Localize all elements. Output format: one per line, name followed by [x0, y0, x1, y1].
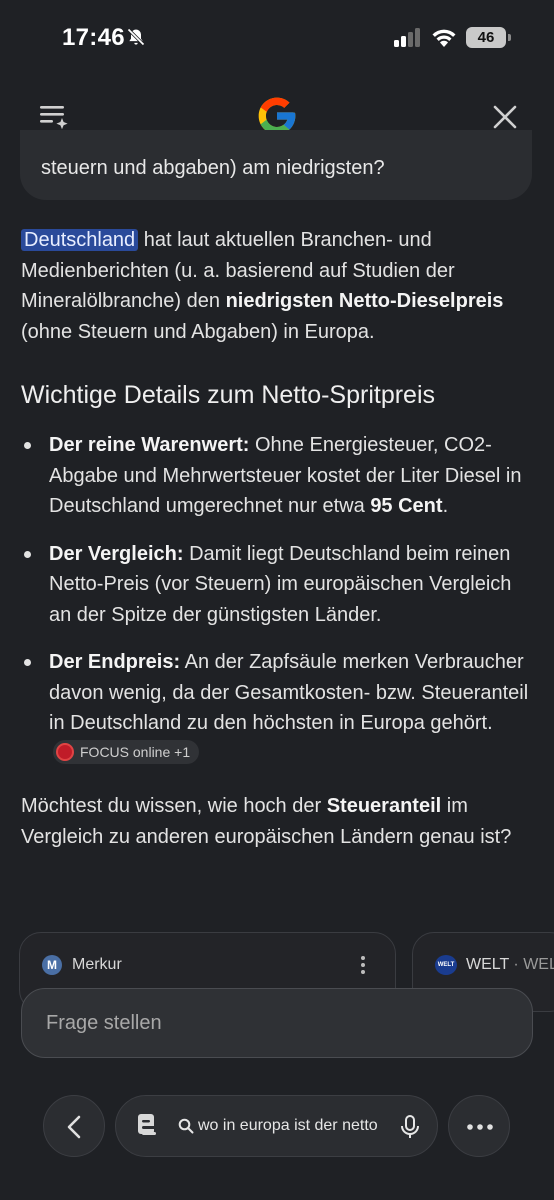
source-chip-label: FOCUS online +1 — [80, 743, 191, 760]
battery-indicator: 46 — [466, 27, 511, 48]
wifi-icon — [432, 29, 456, 47]
search-icon — [178, 1118, 194, 1134]
previous-query-bubble: steuern und abgaben) am niedrigsten? — [20, 130, 532, 200]
answer-bold: niedrigsten Netto-Dieselpreis — [225, 290, 504, 312]
followup-question: Möchtest du wissen, wie hoch der Steuera… — [21, 791, 531, 852]
source-chip[interactable]: FOCUS online +1 — [53, 740, 200, 765]
list-item: Der Vergleich: Damit liegt Deutschland b… — [21, 539, 531, 631]
bullet-label: Der Endpreis: — [49, 651, 181, 673]
source-card-name: WELT · WEL — [466, 955, 554, 975]
bell-off-icon — [127, 28, 145, 46]
more-vert-icon[interactable] — [360, 955, 366, 975]
detail-list: Der reine Warenwert: Ohne Energiesteuer,… — [21, 430, 531, 786]
mic-icon[interactable] — [399, 1114, 421, 1140]
previous-query-text: steuern und abgaben) am niedrigsten? — [41, 157, 385, 179]
source-card-name-text: WELT — [466, 956, 509, 973]
bullet-bold: 95 Cent — [370, 495, 443, 517]
more-button[interactable] — [448, 1095, 510, 1157]
answer-paragraph: Deutschland hat laut aktuellen Branchen-… — [21, 225, 533, 347]
bullet-end: . — [442, 495, 449, 517]
list-item: Der reine Warenwert: Ohne Energiesteuer,… — [21, 430, 531, 522]
answer-highlight: Deutschland — [21, 229, 139, 251]
search-query-text: wo in europa ist der netto — [198, 1117, 378, 1134]
history-menu-icon[interactable] — [38, 102, 70, 132]
separator-dot: · — [513, 956, 519, 973]
merkur-logo-icon: M — [42, 955, 62, 975]
bullet-label: Der Vergleich: — [49, 542, 184, 565]
status-bar: 17:46 46 — [0, 0, 554, 76]
chevron-left-icon — [67, 1115, 81, 1139]
status-time: 17:46 — [62, 24, 125, 51]
more-horiz-icon — [467, 1124, 493, 1130]
section-heading: Wichtige Details zum Netto-Spritpreis — [21, 381, 436, 409]
source-card-name: Merkur — [72, 956, 122, 973]
followup-text: Möchtest du wissen, wie hoch der — [21, 795, 327, 817]
bullet-label: Der reine Warenwert: — [49, 434, 250, 456]
ask-input[interactable] — [46, 989, 506, 1057]
answer-text-end: (ohne Steuern und Abgaben) in Europa. — [21, 320, 375, 343]
followup-bold: Steueranteil — [326, 795, 442, 817]
welt-logo-icon: WELT — [435, 955, 457, 975]
cellular-signal-icon — [394, 28, 420, 47]
close-icon[interactable] — [492, 104, 518, 130]
source-card-extra: WEL — [523, 956, 554, 973]
list-item: Der Endpreis: An der Zapfsäule merken Ve… — [21, 647, 531, 769]
search-pill[interactable]: wo in europa ist der netto — [115, 1095, 438, 1157]
focus-online-logo-icon — [56, 743, 74, 762]
ask-box[interactable] — [21, 988, 533, 1058]
back-button[interactable] — [43, 1095, 105, 1157]
tabs-icon — [138, 1114, 160, 1135]
